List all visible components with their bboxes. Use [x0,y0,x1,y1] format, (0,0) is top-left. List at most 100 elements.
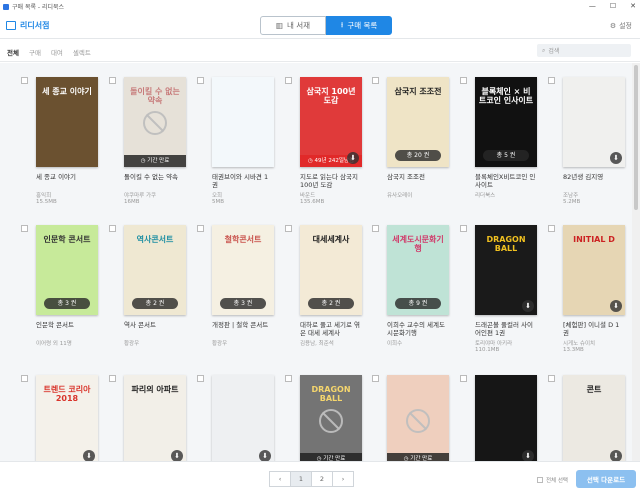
book-cover[interactable] [212,77,274,167]
book-title: 태권브이와 시바견 1권 [212,173,269,190]
book-cover[interactable]: 역사콘서트 총 2 권 [124,225,186,315]
book-item[interactable]: 콘트 ⬇ [548,375,625,461]
book-checkbox[interactable] [548,375,555,382]
select-all[interactable]: 전체 선택 [537,476,568,484]
filter-rental[interactable]: 대여 [51,47,63,57]
book-checkbox[interactable] [548,225,555,232]
book-item[interactable]: 삼국지 조조전 총 20 권 삼국지 조조전 유사오레이 [372,77,449,199]
book-item[interactable]: ◷ 기간 만료 [372,375,449,461]
download-selected-button[interactable]: 선택 다운로드 [576,470,636,488]
filter-select[interactable]: 셀렉트 [73,47,91,57]
cover-title: INITIAL D [573,235,615,244]
page-1[interactable]: 1 [290,471,312,487]
book-cover[interactable]: 블록체인 × 비트코인 인사이트 총 5 권 [475,77,537,167]
book-cover[interactable]: 파리의 아파트 ⬇ [124,375,186,461]
download-icon[interactable]: ⬇ [610,152,622,164]
book-cover[interactable]: 삼국지 100년 도감 ◷ 49년 242일남음 ⬇ [300,77,362,167]
book-checkbox[interactable] [548,77,555,84]
minimize-icon[interactable]: — [589,2,596,10]
select-all-checkbox[interactable] [537,477,543,483]
store-link[interactable]: 리디서점 [6,20,49,31]
book-checkbox[interactable] [197,225,204,232]
download-icon[interactable]: ⬇ [610,300,622,312]
download-icon[interactable]: ⬇ [83,450,95,461]
book-item[interactable]: DRAGON BALL ⬇ 드래곤볼 풀컬러 사이어인편 1권 토리야마 아키라 110… [460,225,537,353]
book-checkbox[interactable] [372,375,379,382]
book-checkbox[interactable] [285,225,292,232]
book-checkbox[interactable] [460,225,467,232]
tab-my-library[interactable]: ▥ 내 서재 [260,16,326,35]
download-icon[interactable]: ⬇ [522,300,534,312]
book-checkbox[interactable] [109,225,116,232]
book-cover[interactable]: DRAGON BALL ◷ 기간 만료 [300,375,362,461]
scrollbar[interactable] [632,63,640,461]
book-cover[interactable]: 철학콘서트 총 3 권 [212,225,274,315]
book-checkbox[interactable] [21,77,28,84]
book-checkbox[interactable] [109,77,116,84]
download-icon[interactable]: ⬇ [347,152,359,164]
download-icon[interactable]: ⬇ [610,450,622,461]
book-cover[interactable]: 삼국지 조조전 총 20 권 [387,77,449,167]
book-item[interactable]: 삼국지 100년 도감 ◷ 49년 242일남음 ⬇ 지도로 읽는다 삼국지 100년… [285,77,362,205]
page-prev[interactable]: ‹ [269,471,291,487]
footer-bar: ‹ 1 2 › 전체 선택 선택 다운로드 [0,461,640,493]
book-item[interactable]: 트렌드 코리아 2018 ⬇ [21,375,98,461]
scrollbar-thumb[interactable] [634,65,638,210]
book-checkbox[interactable] [460,375,467,382]
page-next[interactable]: › [332,471,354,487]
close-icon[interactable]: ✕ [630,2,636,10]
book-item[interactable]: ⬇ [197,375,274,461]
book-cover[interactable]: 세계도시문화기행 총 9 권 [387,225,449,315]
book-cover[interactable]: ⬇ [563,77,625,167]
book-item[interactable]: 파리의 아파트 ⬇ [109,375,186,461]
settings-button[interactable]: ⚙ 설정 [610,21,632,31]
book-item[interactable]: 돌이킬 수 없는 약속 ◷ 기간 만료 돌이킬 수 없는 약속 야쿠마루 가쿠 16MB [109,77,186,205]
book-checkbox[interactable] [285,375,292,382]
book-checkbox[interactable] [372,225,379,232]
book-item[interactable]: 철학콘서트 총 3 권 개정판 | 철학 콘서트 황광우 [197,225,274,347]
filter-all[interactable]: 전체 [7,47,19,57]
book-item[interactable]: 세 종교 이야기 세 종교 이야기 홍익희 15.5MB [21,77,98,205]
book-item[interactable]: 블록체인 × 비트코인 인사이트 총 5 권 블록체인X비트코인 인사이트 리더북스 [460,77,537,199]
book-item[interactable]: 태권브이와 시바견 1권 오희 5MB [197,77,274,205]
book-cover[interactable]: ⬇ [475,375,537,461]
book-cover[interactable]: 인문학 콘서트 총 3 권 [36,225,98,315]
book-item[interactable]: 대세세계사 총 2 권 대하로 풀고 세기로 엮은 대세 세계사 김용남, 최준석 [285,225,362,347]
book-cover[interactable]: 돌이킬 수 없는 약속 ◷ 기간 만료 [124,77,186,167]
book-item[interactable]: 인문학 콘서트 총 3 권 인문학 콘서트 이어령 외 11명 [21,225,98,347]
book-item[interactable]: 역사콘서트 총 2 권 역사 콘서트 황광우 [109,225,186,347]
book-checkbox[interactable] [21,375,28,382]
maximize-icon[interactable]: ☐ [610,2,616,10]
book-checkbox[interactable] [109,375,116,382]
book-cover[interactable]: DRAGON BALL ⬇ [475,225,537,315]
book-cover[interactable]: 대세세계사 총 2 권 [300,225,362,315]
book-author: 야쿠마루 가쿠 [124,193,157,199]
download-icon[interactable]: ⬇ [171,450,183,461]
page-2[interactable]: 2 [311,471,333,487]
download-icon[interactable]: ⬇ [259,450,271,461]
filter-purchase[interactable]: 구매 [29,47,41,57]
book-item[interactable]: 세계도시문화기행 총 9 권 이희수 교수의 세계도시문화기행 이희수 [372,225,449,347]
book-checkbox[interactable] [197,375,204,382]
book-cover[interactable]: ◷ 기간 만료 [387,375,449,461]
tab-purchase-list[interactable]: ⭳ 구매 목록 [326,16,392,35]
book-item[interactable]: ⬇ 82년생 김지영 조남주 5.2MB [548,77,625,205]
book-item[interactable]: DRAGON BALL ◷ 기간 만료 [285,375,362,461]
book-cover[interactable]: 세 종교 이야기 [36,77,98,167]
book-cover[interactable]: 콘트 ⬇ [563,375,625,461]
download-icon[interactable]: ⬇ [522,450,534,461]
book-item[interactable]: ⬇ [460,375,537,461]
book-item[interactable]: INITIAL D ⬇ [체험판] 이니셜 D 1권 시게노 슈이치 13.3MB [548,225,625,353]
book-cover[interactable]: INITIAL D ⬇ [563,225,625,315]
book-checkbox[interactable] [460,77,467,84]
cover-title: 세 종교 이야기 [42,87,92,96]
book-checkbox[interactable] [21,225,28,232]
cover-title: 역사콘서트 [136,235,174,244]
book-title: 개정판 | 철학 콘서트 [212,321,269,329]
book-checkbox[interactable] [197,77,204,84]
book-checkbox[interactable] [285,77,292,84]
book-checkbox[interactable] [372,77,379,84]
book-cover[interactable]: 트렌드 코리아 2018 ⬇ [36,375,98,461]
search-input[interactable]: ⌕ 검색 [537,44,631,57]
book-cover[interactable]: ⬇ [212,375,274,461]
